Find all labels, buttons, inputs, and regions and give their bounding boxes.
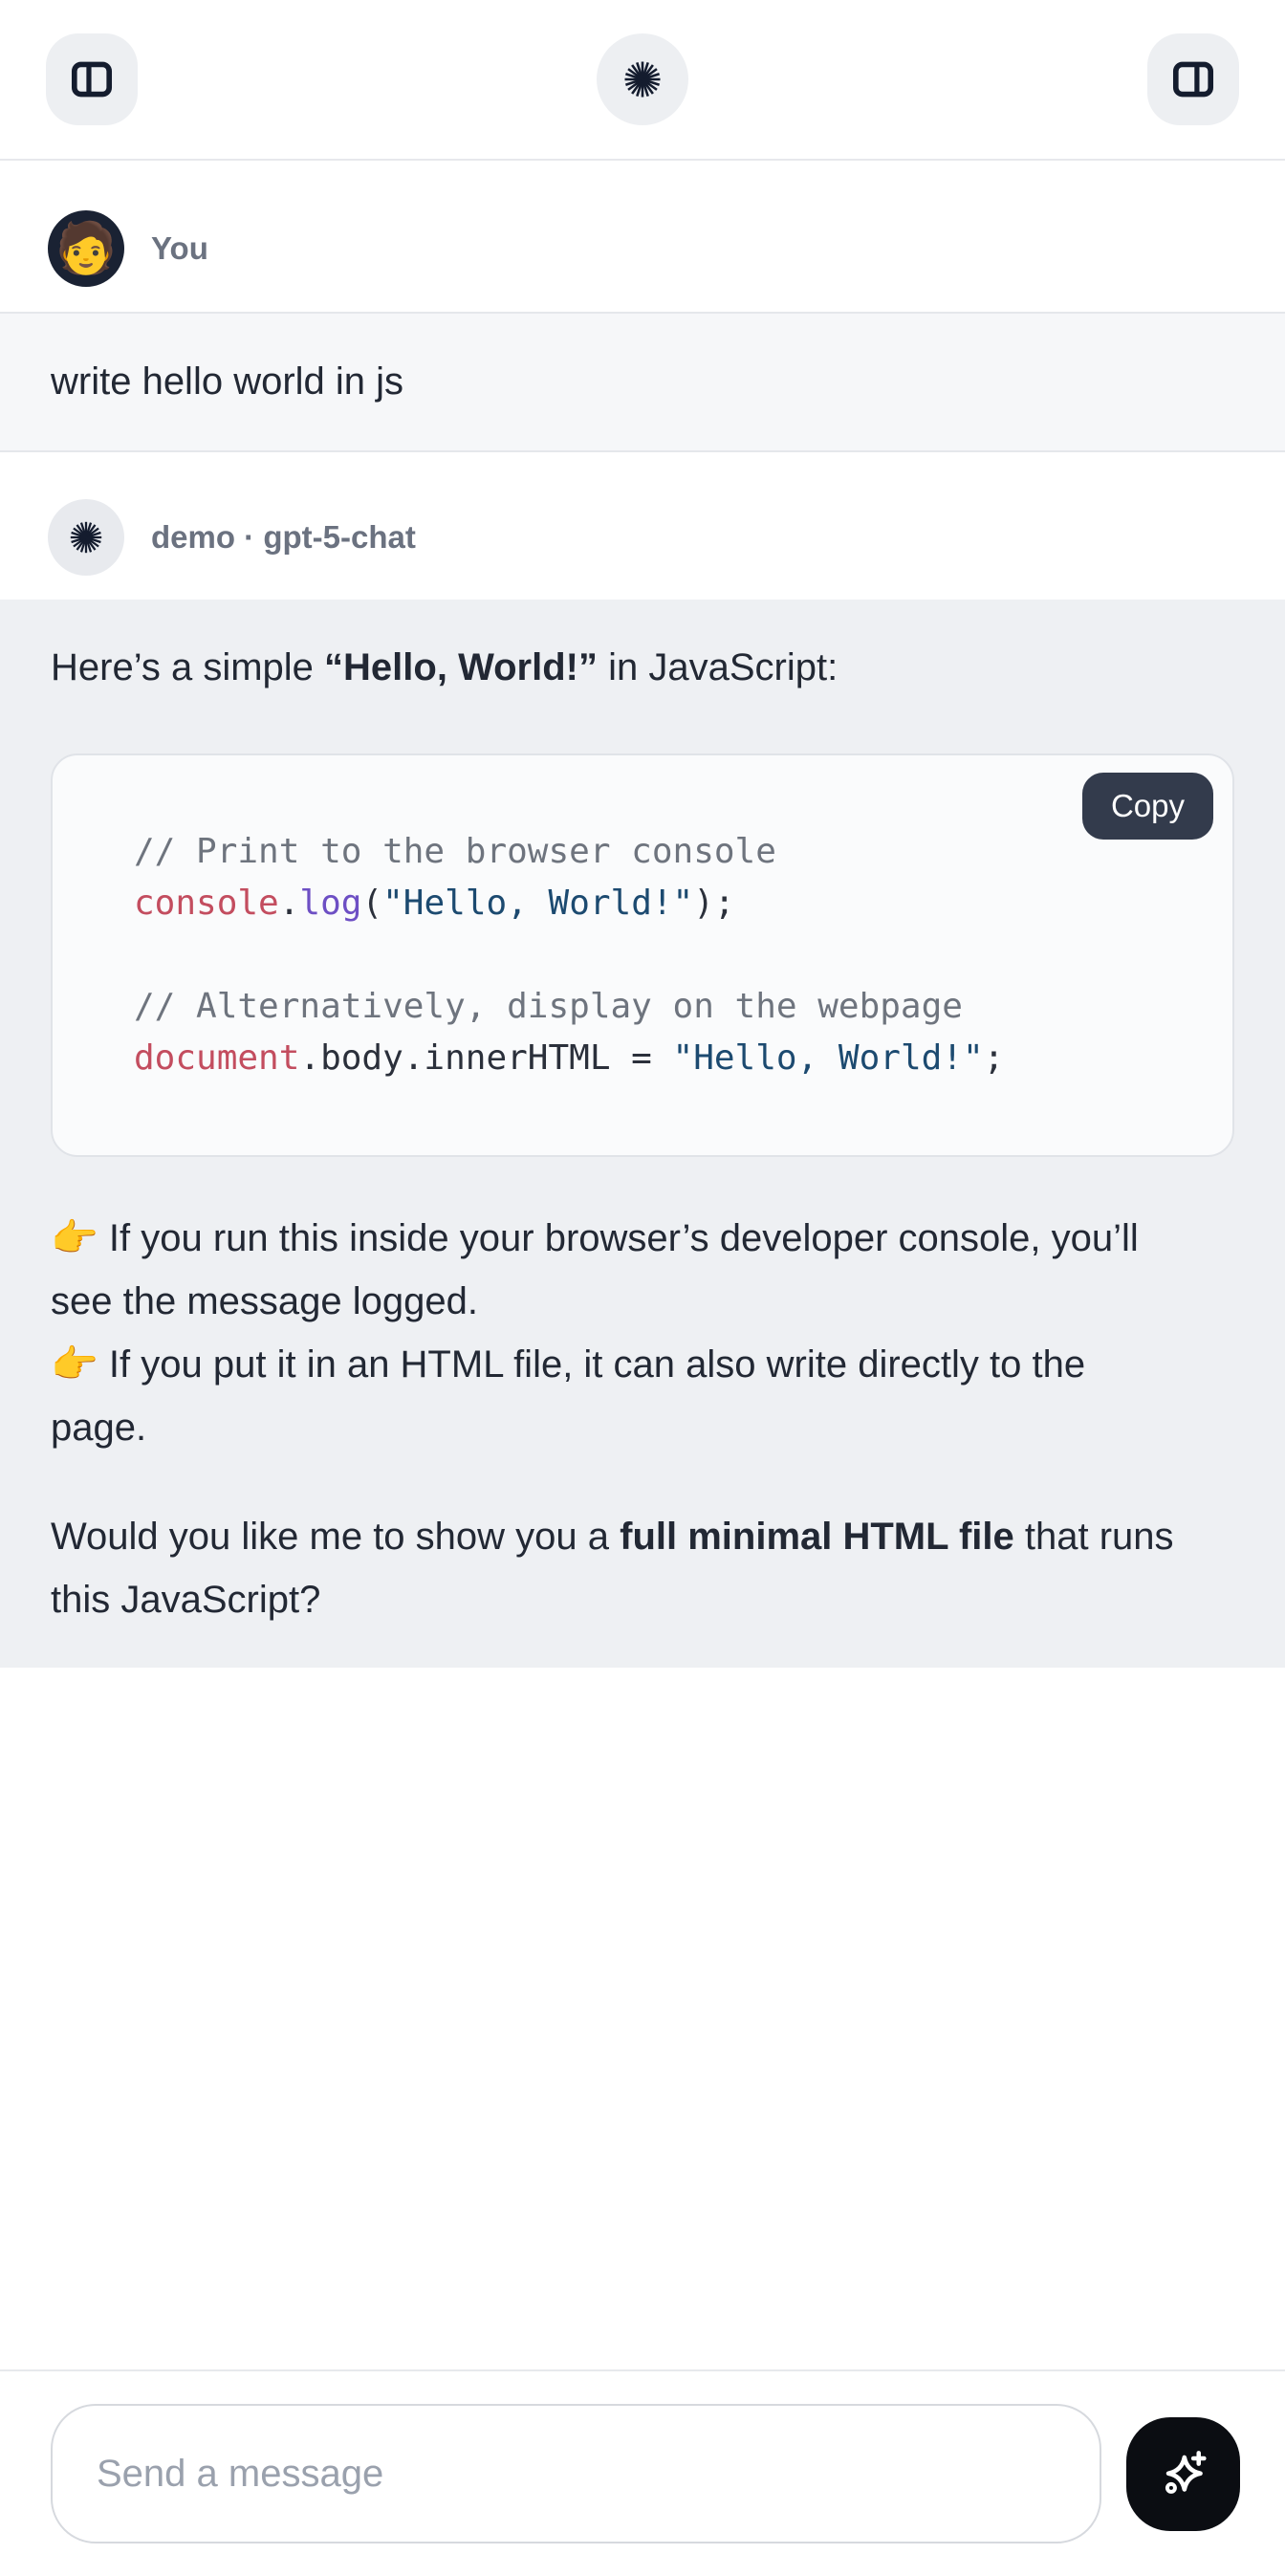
message-input[interactable]	[51, 2404, 1101, 2543]
chat-scroll-area: 🧑 You write hello world in js demo · gpt…	[0, 161, 1285, 1668]
tip-line: page.	[51, 1396, 1234, 1459]
starburst-icon	[620, 56, 665, 102]
assistant-paragraph-intro: Here’s a simple “Hello, World!” in JavaS…	[51, 636, 1234, 699]
assistant-paragraph-question: Would you like me to show you a full min…	[51, 1505, 1234, 1631]
panel-right-icon	[1168, 55, 1218, 104]
code-line: console.log("Hello, World!");	[134, 878, 1213, 929]
tip-line: see the message logged.	[51, 1270, 1234, 1333]
assistant-message-bubble: Here’s a simple “Hello, World!” in JavaS…	[0, 600, 1285, 1668]
toggle-left-panel-button[interactable]	[46, 33, 138, 125]
user-message-header: 🧑 You	[0, 161, 1285, 312]
code-block: Copy // Print to the browser console con…	[51, 753, 1234, 1157]
code-line: // Alternatively, display on the webpage	[134, 981, 1213, 1033]
top-bar	[0, 0, 1285, 161]
code-line-blank	[134, 929, 1213, 981]
panel-left-icon	[67, 55, 117, 104]
user-avatar-emoji: 🧑	[55, 224, 118, 273]
tip-line: 👉 If you run this inside your browser’s …	[51, 1207, 1234, 1270]
sparkle-icon	[1153, 2443, 1214, 2504]
assistant-sender-name: demo · gpt-5-chat	[151, 519, 416, 556]
copy-code-button[interactable]: Copy	[1082, 773, 1213, 840]
user-message-bubble: write hello world in js	[0, 312, 1285, 452]
user-message-text: write hello world in js	[51, 360, 403, 404]
user-avatar: 🧑	[48, 210, 124, 287]
assistant-avatar	[48, 499, 124, 576]
composer-bar	[0, 2369, 1285, 2576]
code-line: document.body.innerHTML = "Hello, World!…	[134, 1033, 1213, 1084]
app-logo-button[interactable]	[597, 33, 688, 125]
tip-line: 👉 If you put it in an HTML file, it can …	[51, 1333, 1234, 1396]
send-button[interactable]	[1126, 2417, 1240, 2531]
assistant-paragraph-tips: 👉 If you run this inside your browser’s …	[51, 1207, 1234, 1459]
toggle-right-panel-button[interactable]	[1147, 33, 1239, 125]
user-sender-name: You	[151, 230, 208, 267]
starburst-icon	[66, 517, 106, 557]
assistant-message-header: demo · gpt-5-chat	[0, 452, 1285, 600]
code-line: // Print to the browser console	[134, 826, 1213, 878]
